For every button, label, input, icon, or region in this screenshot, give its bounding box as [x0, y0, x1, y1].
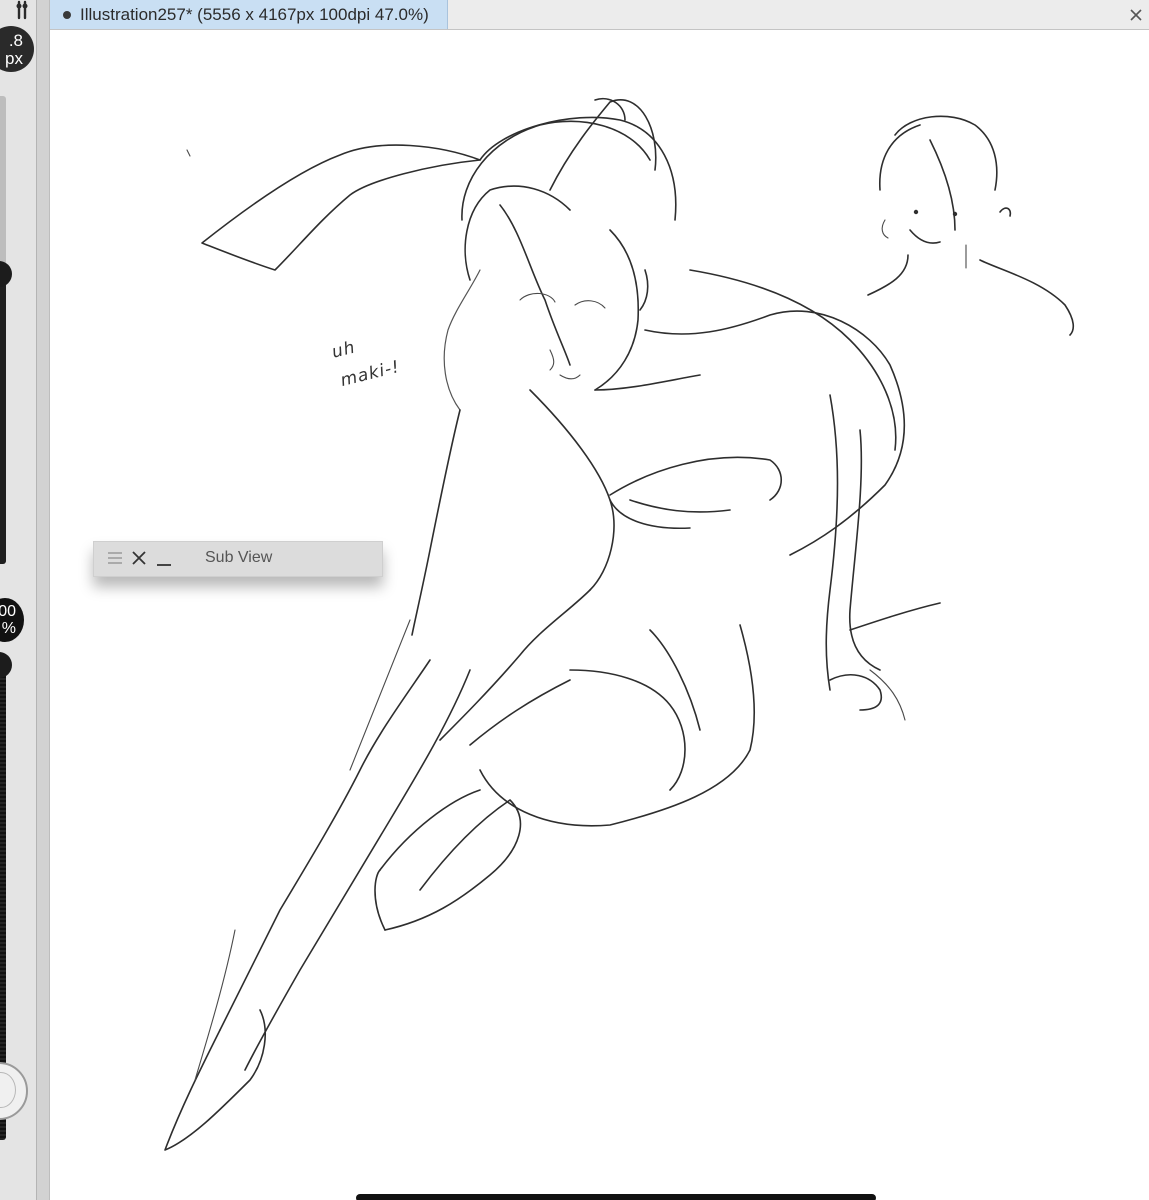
touch-gesture-icon[interactable]	[0, 1062, 28, 1120]
opacity-value: 00	[0, 603, 16, 620]
home-indicator[interactable]	[356, 1194, 876, 1200]
document-tab[interactable]: Illustration257* (5556 x 4167px 100dpi 4…	[50, 0, 448, 29]
drawing-canvas[interactable]: uh maki-!	[50, 30, 1149, 1200]
brush-size-slider-knob[interactable]	[0, 260, 12, 287]
opacity-slider-knob[interactable]	[0, 652, 12, 678]
hamburger-menu-icon[interactable]	[104, 542, 128, 576]
brush-size-slider-fill	[0, 273, 6, 564]
clip-studio-window: .8 px 00 % Illustration257* (5556 x 4167…	[0, 0, 1149, 1200]
bullet-icon	[63, 10, 71, 19]
sub-view-palette[interactable]: Sub View	[93, 541, 383, 577]
brush-size-indicator[interactable]: .8 px	[0, 26, 34, 72]
opacity-indicator[interactable]: 00 %	[0, 598, 24, 642]
close-icon[interactable]	[128, 542, 152, 576]
document-tab-title: Illustration257* (5556 x 4167px 100dpi 4…	[80, 4, 429, 24]
left-tool-strip: .8 px 00 %	[0, 0, 36, 1200]
brush-size-unit: px	[5, 49, 23, 68]
close-icon[interactable]	[1123, 0, 1149, 29]
drag-handle-icon[interactable]	[12, 0, 34, 20]
panel-divider[interactable]	[36, 0, 50, 1200]
brush-size-slider[interactable]	[0, 96, 12, 564]
sub-view-title: Sub View	[205, 549, 273, 566]
opacity-unit: %	[1, 620, 16, 637]
brush-size-value: .8	[8, 31, 23, 50]
sketch-drawing	[164, 98, 1075, 1151]
document-tab-bar: Illustration257* (5556 x 4167px 100dpi 4…	[50, 0, 1149, 30]
minimize-icon[interactable]	[152, 542, 176, 576]
